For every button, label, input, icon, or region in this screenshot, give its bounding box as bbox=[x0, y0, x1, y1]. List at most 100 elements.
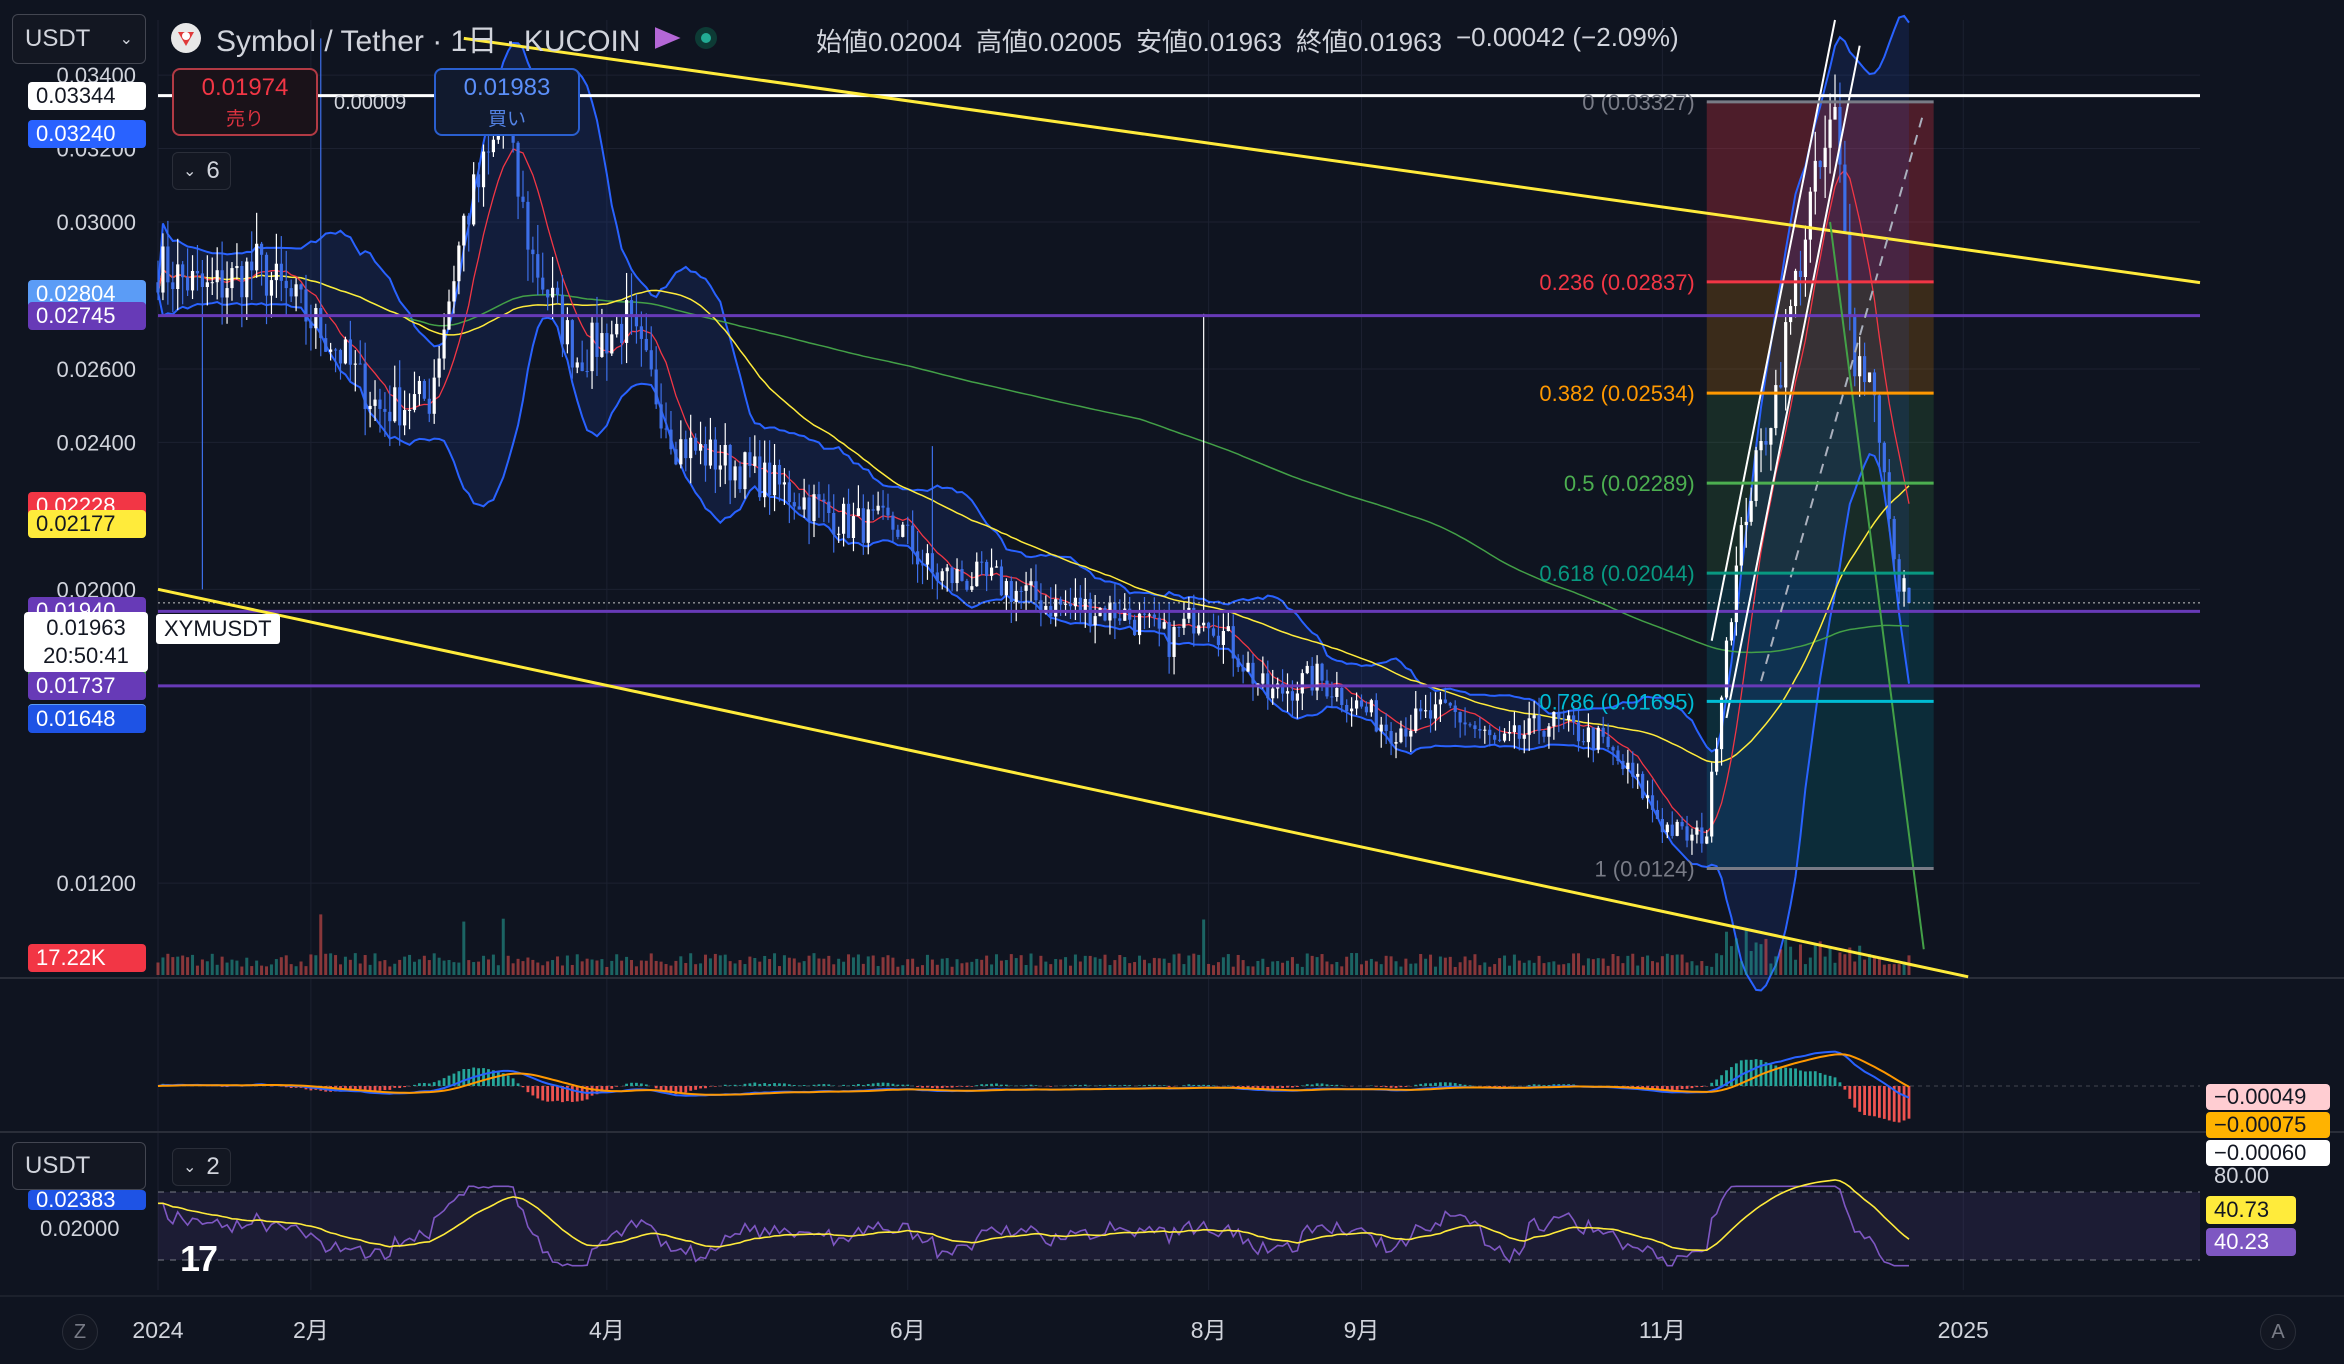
candle-body bbox=[1142, 613, 1147, 615]
volume-bar bbox=[1803, 964, 1807, 975]
volume-bar bbox=[664, 964, 668, 975]
candle-body bbox=[1818, 160, 1822, 168]
candle-body bbox=[1187, 607, 1191, 619]
candle-body bbox=[1887, 472, 1891, 519]
volume-bar bbox=[1369, 958, 1373, 975]
macd-histogram-bar bbox=[1414, 1084, 1418, 1086]
candle-body bbox=[333, 349, 338, 351]
candle-body bbox=[911, 525, 915, 552]
candle-body bbox=[373, 399, 377, 406]
candle-body bbox=[832, 513, 836, 535]
candle-body bbox=[570, 320, 574, 368]
candle-body bbox=[886, 507, 890, 516]
zoom-button[interactable]: Z bbox=[62, 1314, 98, 1350]
candle-body bbox=[255, 243, 259, 271]
volume-bar bbox=[827, 955, 831, 975]
candle-body bbox=[486, 151, 491, 153]
candle-body bbox=[1784, 322, 1788, 388]
volume-bar bbox=[1512, 954, 1516, 975]
candle-body bbox=[1137, 613, 1142, 636]
macd-histogram-bar bbox=[723, 1084, 727, 1086]
macd-histogram-bar bbox=[1295, 1086, 1299, 1087]
candle-body bbox=[733, 466, 737, 481]
lower-pane-quote-select[interactable]: USDT bbox=[12, 1142, 146, 1190]
candle-body bbox=[462, 215, 466, 246]
volume-bar bbox=[639, 960, 643, 975]
candle-body bbox=[1226, 626, 1230, 632]
volume-bar bbox=[1389, 956, 1393, 975]
macd-histogram-bar bbox=[1897, 1086, 1901, 1123]
volume-bar bbox=[1142, 959, 1146, 975]
macd-histogram-bar bbox=[684, 1086, 688, 1093]
macd-histogram-bar bbox=[1838, 1082, 1842, 1086]
volume-bar bbox=[235, 960, 239, 975]
price-tag: 0.02177 bbox=[28, 510, 146, 539]
volume-bar bbox=[703, 954, 707, 975]
candle-body bbox=[353, 363, 357, 365]
volume-bar bbox=[1749, 951, 1753, 975]
macd-histogram-bar bbox=[921, 1086, 924, 1088]
price-chart[interactable]: 0 (0.03327) 0.236 (0.02837) 0.382 (0.02534… bbox=[0, 0, 2344, 1364]
candle-body bbox=[388, 411, 392, 422]
volume-bar bbox=[1685, 962, 1689, 975]
macd-histogram-bar bbox=[1078, 1085, 1082, 1086]
chevron-down-icon: ⌄ bbox=[183, 1159, 197, 1176]
volume-bar bbox=[1039, 955, 1043, 975]
buy-button[interactable]: 0.01983 買い bbox=[434, 68, 580, 136]
candle-body bbox=[920, 564, 925, 566]
volume-bar bbox=[556, 956, 560, 975]
volume-bar bbox=[1118, 954, 1122, 975]
indicators-toggle-button[interactable]: ⌄ 6 bbox=[172, 152, 231, 190]
quote-currency-select[interactable]: USDT ⌄ bbox=[12, 14, 146, 64]
volume-bar bbox=[171, 957, 175, 975]
candle-body bbox=[669, 429, 673, 450]
candle-body bbox=[1700, 827, 1704, 844]
candle-body bbox=[1655, 809, 1660, 819]
volume-bar bbox=[1887, 964, 1891, 975]
symbol-title-bar[interactable]: Symbol / Tether · 1日 · KUCOIN bbox=[170, 18, 717, 58]
macd-histogram-bar bbox=[1271, 1086, 1275, 1089]
volume-bar bbox=[1739, 961, 1743, 975]
macd-histogram-bar bbox=[1000, 1084, 1003, 1086]
candle-body bbox=[772, 464, 777, 496]
volume-bar bbox=[1601, 958, 1605, 975]
macd-histogram-bar bbox=[432, 1082, 436, 1086]
open-value: 0.02004 bbox=[868, 27, 962, 57]
sell-button[interactable]: 0.01974 売り bbox=[172, 68, 318, 136]
candle-body bbox=[1611, 747, 1615, 751]
macd-histogram-bar bbox=[1182, 1085, 1186, 1086]
volume-bar bbox=[985, 955, 989, 975]
volume-bar bbox=[1858, 945, 1862, 975]
candle-body bbox=[536, 254, 540, 278]
macd-histogram-bar bbox=[926, 1086, 929, 1088]
volume-bar bbox=[807, 955, 811, 975]
candle-body bbox=[1498, 739, 1502, 741]
candle-body bbox=[965, 580, 969, 590]
macd-histogram-bar bbox=[1202, 1084, 1206, 1086]
auto-scale-button[interactable]: A bbox=[2260, 1314, 2296, 1350]
candle-body bbox=[841, 503, 846, 534]
candle-body bbox=[1803, 239, 1808, 278]
candle-body bbox=[664, 428, 668, 430]
volume-bar bbox=[1744, 928, 1748, 975]
candle-body bbox=[1404, 728, 1408, 737]
macd-histogram-bar bbox=[1113, 1085, 1117, 1086]
volume-bar bbox=[1483, 962, 1487, 975]
volume-bar bbox=[901, 965, 905, 975]
macd-histogram-bar bbox=[916, 1086, 919, 1088]
volume-bar bbox=[940, 958, 944, 975]
volume-bar bbox=[1044, 961, 1048, 975]
candle-body bbox=[1438, 699, 1443, 705]
volume-bar bbox=[580, 961, 584, 975]
candle-body bbox=[1571, 715, 1576, 723]
volume-bar bbox=[674, 960, 678, 975]
macd-histogram-bar bbox=[1873, 1086, 1876, 1117]
lower-indicators-toggle-button[interactable]: ⌄ 2 bbox=[172, 1148, 231, 1186]
bar-countdown: 20:50:41 bbox=[43, 643, 129, 668]
macd-histogram-bar bbox=[442, 1078, 446, 1086]
candle-body bbox=[1542, 730, 1546, 737]
volume-bar bbox=[343, 956, 347, 975]
volume-bar bbox=[955, 959, 959, 975]
macd-histogram-bar bbox=[1853, 1086, 1857, 1108]
candle-body bbox=[994, 566, 999, 568]
